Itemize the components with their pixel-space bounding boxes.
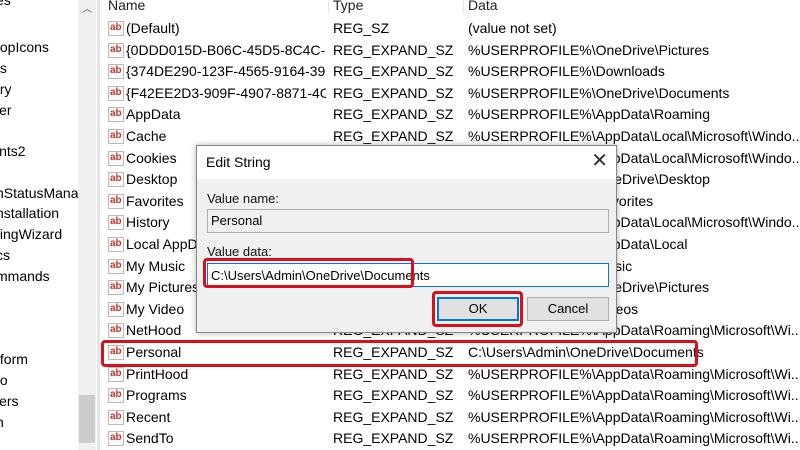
registry-tree[interactable]: es topIcons ts try ler ints2 nStatusManag nstal… — [0, 0, 78, 450]
value-name-label: Value name: — [207, 191, 280, 206]
string-value-icon: ab — [108, 129, 124, 144]
string-value-icon: ab — [108, 280, 124, 296]
tree-item[interactable]: tingWizard — [0, 225, 62, 243]
tree-item[interactable]: try — [0, 80, 12, 98]
string-value-icon: ab — [108, 64, 124, 80]
string-value-icon: ab — [108, 193, 124, 209]
string-value-icon: ab — [108, 21, 124, 36]
tree-item[interactable]: lers — [0, 392, 19, 410]
table-row[interactable]: ab AppData REG_EXPAND_SZ %USERPROFILE%\AppD… — [100, 104, 800, 126]
column-header-data[interactable]: Data — [468, 0, 498, 14]
column-separator[interactable] — [463, 0, 464, 14]
value-type: REG_SZ — [333, 20, 390, 36]
tree-item[interactable]: fo — [0, 371, 8, 389]
value-name: {374DE290-123F-4565-9164-39... — [126, 63, 326, 80]
string-value-icon: ab — [108, 431, 124, 447]
string-value-icon: ab — [108, 388, 124, 404]
value-type: REG_EXPAND_SZ — [333, 41, 454, 58]
tree-item[interactable]: ints2 — [0, 142, 26, 160]
close-icon[interactable]: ✕ — [591, 150, 608, 172]
column-separator[interactable] — [328, 0, 329, 14]
cancel-button[interactable]: Cancel — [527, 297, 609, 321]
value-data: %USERPROFILE%\AppData\Roaming\Microsoft\… — [468, 387, 800, 404]
value-data: %USERPROFILE%\Downloads — [468, 63, 665, 80]
string-value-icon: ab — [108, 215, 124, 231]
dialog-title-bar: Edit String ✕ — [197, 146, 616, 179]
ok-button-highlight — [432, 291, 523, 327]
string-value-icon: ab — [108, 409, 124, 425]
value-name: Programs — [126, 387, 187, 404]
value-name: AppData — [126, 106, 181, 123]
string-value-icon: ab — [108, 301, 124, 317]
value-name: (Default) — [126, 20, 180, 36]
value-data: (value not set) — [468, 20, 557, 36]
tree-item[interactable]: nStatusManag — [0, 184, 78, 202]
value-name: SendTo — [126, 430, 174, 447]
tree-item[interactable]: ler — [0, 101, 12, 119]
value-data-label: Value data: — [207, 244, 272, 259]
value-type: REG_EXPAND_SZ — [333, 408, 454, 425]
value-type: REG_EXPAND_SZ — [333, 430, 454, 447]
tree-item[interactable]: n — [0, 413, 4, 431]
tree-item[interactable]: nstallation — [0, 204, 59, 222]
personal-row-highlight — [101, 340, 698, 367]
value-data: %USERPROFILE%\AppData\Roaming — [468, 106, 710, 123]
value-name-field: Personal — [207, 209, 609, 233]
value-type: REG_EXPAND_SZ — [333, 387, 454, 404]
tree-item[interactable]: tform — [0, 350, 28, 368]
string-value-icon: ab — [108, 107, 124, 123]
scrollbar-thumb[interactable] — [79, 395, 95, 443]
table-row[interactable]: ab (Default) REG_SZ (value not set) — [100, 18, 800, 40]
tree-item[interactable]: topIcons — [0, 38, 49, 56]
string-value-icon: ab — [108, 237, 124, 252]
tree-item[interactable]: es — [0, 0, 11, 9]
table-row[interactable]: ab {0DDD015D-B06C-45D5-8C4C-... REG_EXPAND… — [100, 40, 800, 62]
value-data: %USERPROFILE%\AppData\Roaming\Microsoft\… — [468, 430, 800, 447]
table-row[interactable]: ab Recent REG_EXPAND_SZ %USERPROFILE%\AppDa… — [100, 407, 800, 429]
column-header-type[interactable]: Type — [333, 0, 363, 14]
table-row[interactable]: ab Programs REG_EXPAND_SZ %USERPROFILE%\App… — [100, 385, 800, 407]
string-value-icon: ab — [108, 150, 124, 166]
table-row[interactable]: ab {374DE290-123F-4565-9164-39... REG_EXPA… — [100, 61, 800, 83]
value-data: %USERPROFILE%\AppData\Roaming\Microsoft\… — [468, 408, 800, 425]
value-type: REG_EXPAND_SZ — [333, 106, 454, 123]
value-type: REG_EXPAND_SZ — [333, 84, 454, 101]
table-row[interactable]: ab SendTo REG_EXPAND_SZ %USERPROFILE%\AppDa… — [100, 428, 800, 450]
string-value-icon: ab — [108, 42, 124, 58]
string-value-icon: ab — [108, 366, 124, 382]
value-data: %USERPROFILE%\OneDrive\Documents — [468, 84, 730, 101]
dialog-title: Edit String — [206, 154, 271, 170]
value-name: Recent — [126, 408, 171, 425]
table-row[interactable]: ab {F42EE2D3-909F-4907-8871-4C... REG_EXPA… — [100, 83, 800, 105]
string-value-icon: ab — [108, 172, 124, 188]
value-name: {F42EE2D3-909F-4907-8871-4C... — [126, 84, 326, 101]
string-value-icon: ab — [108, 258, 124, 274]
tree-item[interactable]: cs — [0, 246, 10, 264]
edit-string-dialog: Edit String ✕ Value name: Personal Value… — [196, 145, 617, 333]
tree-scrollbar[interactable]: ︿ — [78, 0, 96, 450]
value-type: REG_EXPAND_SZ — [333, 63, 454, 80]
scroll-up-icon[interactable]: ︿ — [78, 0, 96, 15]
value-data-highlight — [203, 258, 414, 288]
string-value-icon: ab — [108, 323, 124, 339]
column-header-name[interactable]: Name — [108, 0, 145, 14]
string-value-icon: ab — [108, 85, 124, 101]
tree-item[interactable]: mmands — [0, 267, 50, 285]
tree-item[interactable]: ts — [0, 59, 7, 77]
value-data: %USERPROFILE%\OneDrive\Pictures — [468, 41, 710, 58]
value-name: {0DDD015D-B06C-45D5-8C4C-... — [126, 41, 326, 58]
